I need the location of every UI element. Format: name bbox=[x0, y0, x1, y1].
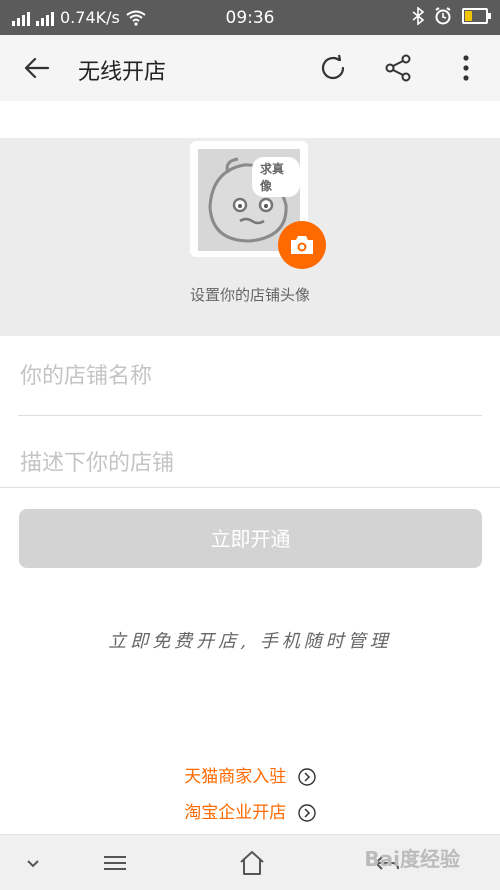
page-title: 无线开店 bbox=[78, 60, 167, 85]
camera-icon bbox=[291, 236, 313, 254]
more-vert-icon[interactable] bbox=[451, 53, 481, 83]
menu-icon[interactable] bbox=[100, 849, 130, 877]
shop-description-input[interactable] bbox=[18, 435, 486, 491]
camera-button[interactable] bbox=[278, 221, 326, 269]
divider bbox=[18, 415, 482, 416]
taobao-enterprise-link[interactable]: 淘宝企业开店 bbox=[0, 798, 500, 823]
link-label: 淘宝企业开店 bbox=[184, 803, 287, 823]
back-arrow-icon[interactable] bbox=[22, 53, 52, 83]
collapse-down-icon[interactable] bbox=[18, 849, 48, 877]
avatar-caption: 设置你的店铺头像 bbox=[189, 286, 310, 304]
app-bar: 无线开店 bbox=[0, 35, 500, 101]
watermark: Bai度经验 bbox=[364, 847, 460, 871]
alarm-icon bbox=[435, 7, 451, 25]
chevron-right-circle-icon bbox=[298, 804, 316, 822]
divider bbox=[0, 487, 500, 488]
avatar-section: 求真像 设置你的店铺头像 bbox=[0, 138, 500, 336]
link-label: 天猫商家入驻 bbox=[184, 767, 287, 787]
shop-name-input[interactable] bbox=[18, 348, 486, 404]
status-right bbox=[412, 7, 491, 25]
chevron-right-circle-icon bbox=[298, 768, 316, 786]
bluetooth-icon bbox=[412, 7, 424, 25]
avatar-speech-bubble: 求真像 bbox=[252, 157, 300, 197]
system-nav-bar: Bai度经验 bbox=[0, 834, 500, 890]
open-store-button[interactable]: 立即开通 bbox=[19, 509, 482, 568]
status-bar: 0.74K/s 09:36 bbox=[0, 0, 500, 35]
refresh-icon[interactable] bbox=[318, 53, 348, 83]
tmall-merchant-link[interactable]: 天猫商家入驻 bbox=[0, 762, 500, 787]
slogan: 立即免费开店, 手机随时管理 bbox=[108, 631, 392, 652]
battery-icon bbox=[462, 8, 491, 24]
home-icon[interactable] bbox=[237, 849, 267, 877]
share-icon[interactable] bbox=[384, 53, 414, 83]
